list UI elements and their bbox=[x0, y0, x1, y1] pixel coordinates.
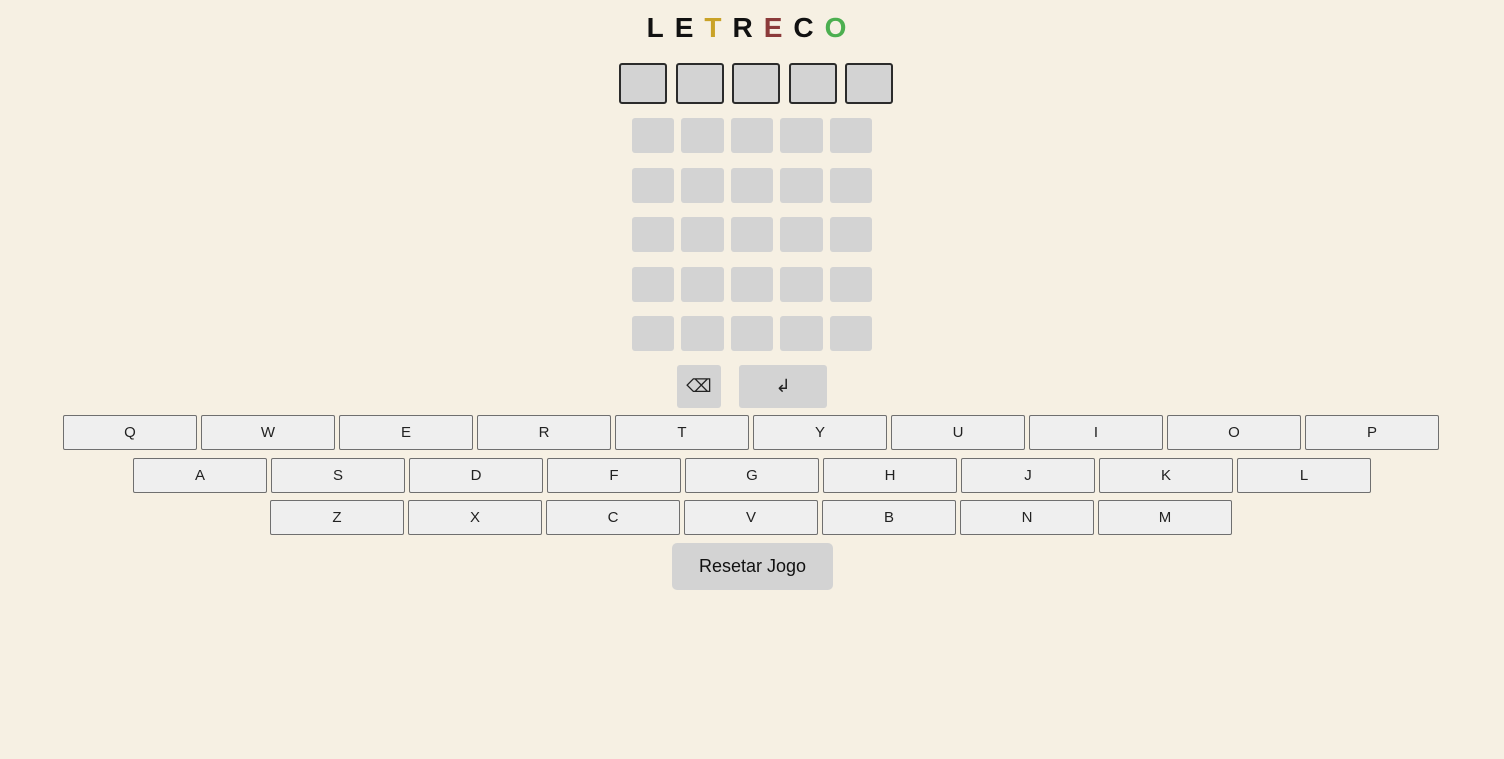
key-w[interactable]: W bbox=[201, 415, 335, 450]
key-e[interactable]: E bbox=[339, 415, 473, 450]
reset-game-button[interactable]: Resetar Jogo bbox=[672, 543, 833, 590]
key-m[interactable]: M bbox=[1098, 500, 1232, 535]
grid-cell bbox=[681, 118, 724, 153]
grid-cell bbox=[730, 217, 774, 252]
guess-row bbox=[632, 316, 872, 351]
key-r[interactable]: R bbox=[477, 415, 611, 450]
guess-row bbox=[632, 266, 872, 302]
grid-cell bbox=[780, 316, 823, 351]
grid-cell bbox=[681, 266, 724, 302]
grid-cell bbox=[780, 167, 823, 203]
grid-cell bbox=[730, 118, 774, 153]
title-letter-5: E bbox=[763, 12, 794, 43]
grid-cell bbox=[632, 167, 675, 203]
key-k[interactable]: K bbox=[1099, 458, 1233, 493]
key-h[interactable]: H bbox=[823, 458, 957, 493]
guess-row bbox=[632, 217, 872, 252]
active-cell[interactable] bbox=[788, 63, 837, 104]
enter-icon: ↲ bbox=[775, 376, 791, 397]
grid-cell bbox=[780, 217, 823, 252]
key-b[interactable]: B bbox=[822, 500, 956, 535]
backspace-button[interactable]: ⌫ bbox=[677, 365, 721, 408]
grid-cell bbox=[829, 167, 872, 203]
key-z[interactable]: Z bbox=[270, 500, 404, 535]
game-app: LETRECO ⌫ ↲ QWERTYUIOP ASDFGHJKL ZXCVBNM… bbox=[0, 0, 1504, 759]
game-title: LETRECO bbox=[0, 8, 1504, 48]
grid-cell bbox=[632, 217, 675, 252]
grid-cell bbox=[632, 118, 675, 153]
title-letter-3: T bbox=[704, 12, 733, 43]
key-o[interactable]: O bbox=[1167, 415, 1301, 450]
title-letter-7: O bbox=[824, 12, 858, 43]
keyboard-row-1: QWERTYUIOP bbox=[63, 415, 1439, 450]
active-cell[interactable] bbox=[619, 63, 667, 104]
active-cell[interactable] bbox=[675, 63, 724, 104]
active-guess-row bbox=[619, 63, 893, 104]
key-a[interactable]: A bbox=[133, 458, 267, 493]
title-letter-2: E bbox=[674, 12, 705, 43]
keyboard-row-2: ASDFGHJKL bbox=[133, 458, 1371, 493]
key-f[interactable]: F bbox=[547, 458, 681, 493]
guess-row bbox=[632, 118, 872, 153]
key-p[interactable]: P bbox=[1305, 415, 1439, 450]
key-j[interactable]: J bbox=[961, 458, 1095, 493]
title-letter-6: C bbox=[793, 12, 825, 43]
grid-cell bbox=[829, 118, 872, 153]
active-cell[interactable] bbox=[845, 63, 893, 104]
key-i[interactable]: I bbox=[1029, 415, 1163, 450]
key-n[interactable]: N bbox=[960, 500, 1094, 535]
grid-cell bbox=[730, 167, 774, 203]
backspace-icon: ⌫ bbox=[686, 376, 712, 397]
grid-cell bbox=[829, 266, 872, 302]
grid-cell bbox=[780, 266, 823, 302]
title-letter-4: R bbox=[732, 12, 764, 43]
grid-cell bbox=[730, 266, 774, 302]
grid-cell bbox=[829, 217, 872, 252]
key-c[interactable]: C bbox=[546, 500, 680, 535]
guess-grid bbox=[632, 118, 872, 366]
key-l[interactable]: L bbox=[1237, 458, 1371, 493]
keyboard-row-3: ZXCVBNM bbox=[270, 500, 1232, 535]
grid-cell bbox=[829, 316, 872, 351]
grid-cell bbox=[681, 316, 724, 351]
grid-cell bbox=[730, 316, 774, 351]
key-s[interactable]: S bbox=[271, 458, 405, 493]
key-t[interactable]: T bbox=[615, 415, 749, 450]
edit-controls: ⌫ ↲ bbox=[677, 365, 827, 408]
key-v[interactable]: V bbox=[684, 500, 818, 535]
key-q[interactable]: Q bbox=[63, 415, 197, 450]
grid-cell bbox=[632, 316, 675, 351]
grid-cell bbox=[780, 118, 823, 153]
grid-cell bbox=[681, 217, 724, 252]
key-d[interactable]: D bbox=[409, 458, 543, 493]
key-g[interactable]: G bbox=[685, 458, 819, 493]
enter-button[interactable]: ↲ bbox=[739, 365, 827, 408]
key-x[interactable]: X bbox=[408, 500, 542, 535]
key-u[interactable]: U bbox=[891, 415, 1025, 450]
guess-row bbox=[632, 167, 872, 203]
grid-cell bbox=[681, 167, 724, 203]
title-letter-1: L bbox=[646, 12, 675, 43]
grid-cell bbox=[632, 266, 675, 302]
active-cell[interactable] bbox=[732, 63, 780, 104]
key-y[interactable]: Y bbox=[753, 415, 887, 450]
